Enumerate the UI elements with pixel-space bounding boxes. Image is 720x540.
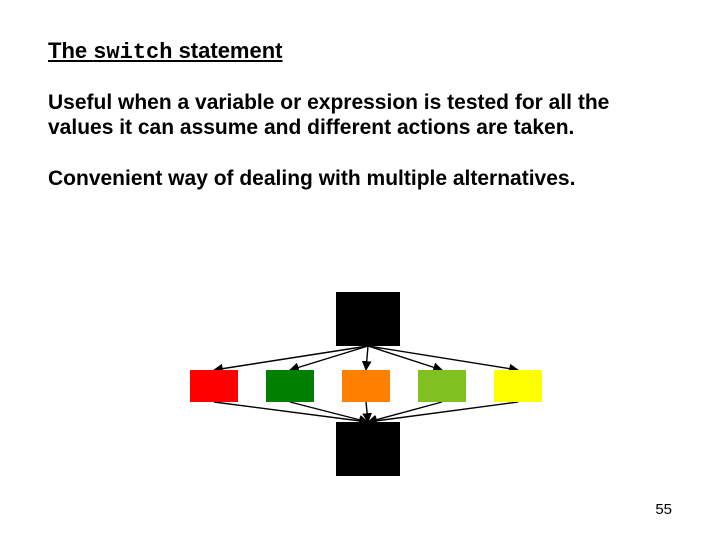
title-keyword: switch xyxy=(93,40,172,65)
slide: The switch statement Useful when a varia… xyxy=(0,0,720,540)
branch-box-4 xyxy=(494,370,542,402)
page-number: 55 xyxy=(655,501,672,518)
paragraph-2: Convenient way of dealing with multiple … xyxy=(48,167,663,192)
switch-diagram xyxy=(190,292,542,472)
branch-box-1 xyxy=(266,370,314,402)
branch-box-2 xyxy=(342,370,390,402)
branch-box-0 xyxy=(190,370,238,402)
branch-box-3 xyxy=(418,370,466,402)
slide-title: The switch statement xyxy=(48,38,672,65)
title-pre: The xyxy=(48,38,93,63)
switch-output-box xyxy=(336,422,400,476)
switch-input-box xyxy=(336,292,400,346)
paragraph-1: Useful when a variable or expression is … xyxy=(48,91,663,141)
title-post: statement xyxy=(172,38,282,63)
